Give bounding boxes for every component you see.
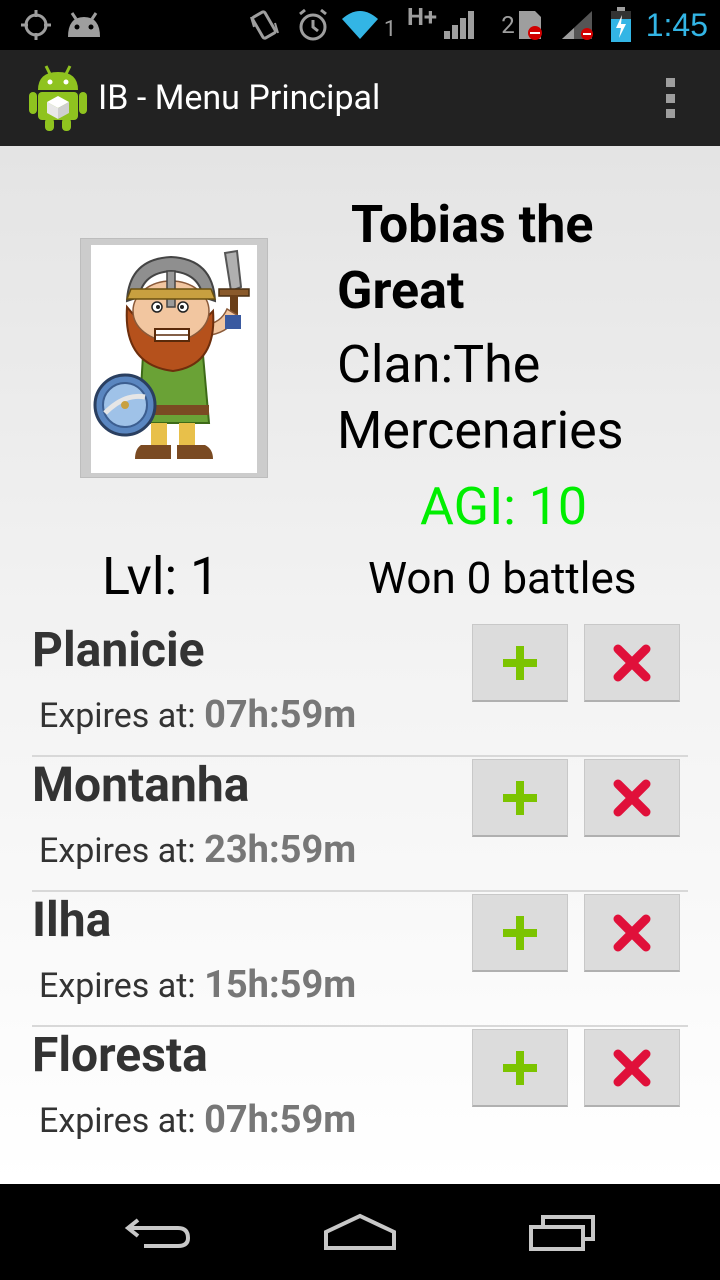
hero-portrait — [80, 238, 268, 478]
cell-signal-icon — [440, 0, 480, 50]
list-item: Ilha Expires at: 15h:59m — [32, 892, 688, 1027]
hero-level: Lvl: 1 — [102, 546, 220, 607]
expiry-time: 15h:59m — [204, 963, 357, 1007]
expiry-time: 07h:59m — [204, 1098, 357, 1142]
recents-icon[interactable] — [518, 1204, 608, 1260]
home-icon[interactable] — [315, 1204, 405, 1260]
expiry-time: 07h:59m — [204, 693, 357, 737]
remove-button[interactable] — [584, 1029, 680, 1107]
hero-name: Tobias the Great — [337, 192, 677, 324]
cell-signal-2-icon — [560, 0, 596, 50]
hero-agility: AGI: 10 — [420, 476, 588, 537]
list-item-expiry: Expires at: 07h:59m — [39, 1098, 357, 1142]
remove-button[interactable] — [584, 624, 680, 702]
status-bar: 1 H+ 2 1:45 — [0, 0, 720, 50]
list-item-name: Ilha — [32, 891, 112, 948]
list-item-name: Floresta — [32, 1026, 208, 1083]
sim-missing-icon — [516, 0, 544, 50]
add-button[interactable] — [472, 894, 568, 972]
sim-slot-label: 2 — [501, 11, 515, 39]
close-x-icon — [613, 779, 651, 816]
page-title: IB - Menu Principal — [98, 78, 381, 118]
list-item-name: Planicie — [32, 621, 205, 678]
hero-battles-won: Won 0 battles — [368, 552, 637, 604]
overflow-menu-icon[interactable] — [664, 78, 676, 118]
list-item-expiry: Expires at: 23h:59m — [39, 828, 357, 872]
network-type-label: H+ — [406, 3, 438, 31]
list-item-expiry: Expires at: 07h:59m — [39, 693, 357, 737]
android-app-icon[interactable] — [28, 64, 88, 132]
hero-clan-line2: Mercenaries — [337, 400, 624, 461]
plus-icon — [503, 915, 537, 950]
list-item-name: Montanha — [32, 756, 250, 813]
plus-icon — [503, 645, 537, 680]
list-item-expiry: Expires at: 15h:59m — [39, 963, 357, 1007]
plus-icon — [503, 1050, 537, 1085]
list-item: Floresta Expires at: 07h:59m — [32, 1027, 688, 1162]
clock: 1:45 — [645, 7, 708, 43]
navigation-bar — [0, 1184, 720, 1280]
add-button[interactable] — [472, 624, 568, 702]
gps-icon — [20, 0, 52, 50]
plus-icon — [503, 780, 537, 815]
android-debug-icon — [66, 0, 102, 50]
close-x-icon — [613, 1049, 651, 1086]
main-content: Tobias the Great Clan:The Mercenaries AG… — [0, 146, 720, 1184]
vibrate-icon — [248, 0, 280, 50]
viking-warrior-image — [91, 245, 257, 473]
remove-button[interactable] — [584, 759, 680, 837]
battery-charging-icon — [608, 0, 634, 50]
hero-name-line1: Tobias the — [351, 194, 594, 255]
remove-button[interactable] — [584, 894, 680, 972]
hero-name-line2: Great — [337, 260, 465, 321]
action-bar: IB - Menu Principal — [0, 50, 720, 146]
hero-clan: Clan:The Mercenaries — [337, 332, 707, 464]
add-button[interactable] — [472, 759, 568, 837]
back-icon[interactable] — [114, 1204, 204, 1260]
list-item: Planicie Expires at: 07h:59m — [32, 622, 688, 757]
add-button[interactable] — [472, 1029, 568, 1107]
alarm-icon — [296, 0, 330, 50]
close-x-icon — [613, 644, 651, 681]
close-x-icon — [613, 914, 651, 951]
wifi-sub-label: 1 — [383, 16, 397, 42]
wifi-icon — [340, 0, 380, 50]
expiry-time: 23h:59m — [204, 828, 357, 872]
hero-clan-line1: Clan:The — [337, 334, 541, 395]
list-item: Montanha Expires at: 23h:59m — [32, 757, 688, 892]
